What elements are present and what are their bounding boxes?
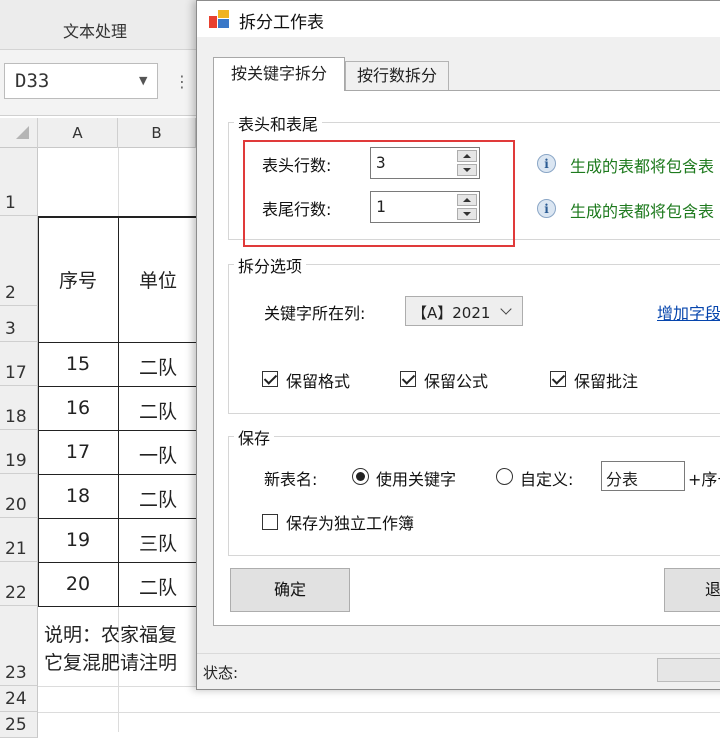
new-name-label: 新表名: xyxy=(264,470,318,489)
corner-triangle-icon xyxy=(16,126,29,139)
status-label: 状态: xyxy=(203,664,239,682)
table-cell[interactable]: 16 xyxy=(38,397,118,419)
row-number: 20 xyxy=(5,495,27,515)
column-header-b[interactable]: B xyxy=(118,118,196,148)
group-title-split-options: 拆分选项 xyxy=(234,253,307,277)
dialog-titlebar[interactable]: 拆分工作表 xyxy=(197,1,720,37)
row-header[interactable]: 23 xyxy=(0,606,38,686)
name-box-value: D33 xyxy=(15,70,50,92)
custom-name-radio[interactable] xyxy=(496,468,513,485)
table-cell[interactable]: 19 xyxy=(38,529,118,551)
note-line[interactable]: 说明：农家福复 xyxy=(44,620,177,647)
row-header[interactable]: 25 xyxy=(0,712,38,738)
row-header[interactable]: 2 xyxy=(0,216,38,306)
note-line[interactable]: 它复混肥请注明 xyxy=(44,648,177,675)
info-icon: i xyxy=(537,154,556,173)
custom-name-input[interactable]: 分表 xyxy=(601,461,685,491)
custom-name-value: 分表 xyxy=(606,470,639,489)
tab-split-by-rows[interactable]: 按行数拆分 xyxy=(345,61,449,91)
column-header-a[interactable]: A xyxy=(38,118,118,148)
use-keyword-radio[interactable] xyxy=(352,468,369,485)
row-number: 25 xyxy=(5,715,27,735)
key-column-value: 【A】2021 xyxy=(412,304,491,322)
table-cell[interactable]: 15 xyxy=(38,353,118,375)
status-bar: 状态: xyxy=(197,653,720,689)
table-border xyxy=(38,606,198,607)
grid-line xyxy=(38,712,720,713)
row-number: 21 xyxy=(5,539,27,559)
more-options-icon[interactable]: ⋮ xyxy=(174,72,190,91)
row-header[interactable]: 19 xyxy=(0,430,38,474)
key-column-label: 关键字所在列: xyxy=(264,304,366,323)
group-save xyxy=(228,436,720,556)
table-cell[interactable]: 一队 xyxy=(118,441,198,468)
row-number: 22 xyxy=(5,583,27,603)
tab-split-by-keyword[interactable]: 按关键字拆分 xyxy=(213,57,345,91)
cell-header-unit[interactable]: 单位 xyxy=(118,266,198,293)
row-header[interactable]: 3 xyxy=(0,306,38,342)
keep-formula-label[interactable]: 保留公式 xyxy=(424,368,488,392)
use-keyword-label[interactable]: 使用关键字 xyxy=(376,466,456,490)
keep-comment-label[interactable]: 保留批注 xyxy=(574,368,638,392)
chevron-down-icon[interactable]: ▼ xyxy=(139,74,147,87)
row-number: 19 xyxy=(5,451,27,471)
row-header[interactable]: 21 xyxy=(0,518,38,562)
app-icon xyxy=(209,10,229,28)
select-all-corner[interactable] xyxy=(0,118,38,148)
table-cell[interactable]: 二队 xyxy=(118,485,198,512)
row-number: 3 xyxy=(5,319,16,339)
sequence-suffix: +序号 xyxy=(688,470,720,489)
group-title-save: 保存 xyxy=(234,425,275,449)
table-cell[interactable]: 二队 xyxy=(118,397,198,424)
ribbon-tab-text-processing[interactable]: 文本处理 xyxy=(40,18,150,42)
chevron-down-icon[interactable] xyxy=(500,303,512,315)
row-number: 18 xyxy=(5,407,27,427)
keep-comment-checkbox[interactable] xyxy=(550,371,566,387)
ok-button[interactable]: 确定 xyxy=(230,568,350,612)
info-icon: i xyxy=(537,199,556,218)
keep-formula-checkbox[interactable] xyxy=(400,371,416,387)
row-number: 23 xyxy=(5,663,27,683)
row-number: 24 xyxy=(5,689,27,709)
row-header[interactable]: 1 xyxy=(0,148,38,216)
keep-format-label[interactable]: 保留格式 xyxy=(286,368,350,392)
row-header[interactable]: 20 xyxy=(0,474,38,518)
exit-button[interactable]: 退出 xyxy=(664,568,720,612)
table-cell[interactable]: 二队 xyxy=(118,573,198,600)
row-header[interactable]: 24 xyxy=(0,686,38,712)
add-field-link[interactable]: 增加字段 xyxy=(657,300,720,324)
row-number: 2 xyxy=(5,283,16,303)
table-cell[interactable]: 三队 xyxy=(118,529,198,556)
keep-format-checkbox[interactable] xyxy=(262,371,278,387)
cell-header-index[interactable]: 序号 xyxy=(38,266,118,293)
info-text-header: 生成的表都将包含表 xyxy=(570,157,715,176)
table-cell[interactable]: 18 xyxy=(38,485,118,507)
key-column-select[interactable]: 【A】2021 xyxy=(405,296,523,326)
custom-name-label[interactable]: 自定义: xyxy=(520,466,573,490)
table-cell[interactable]: 二队 xyxy=(118,353,198,380)
group-title-header-footer: 表头和表尾 xyxy=(234,111,323,135)
table-cell[interactable]: 20 xyxy=(38,573,118,595)
row-header[interactable]: 22 xyxy=(0,562,38,606)
row-number: 1 xyxy=(5,193,16,213)
name-box[interactable]: D33 ▼ xyxy=(4,63,158,99)
separate-workbook-checkbox[interactable] xyxy=(262,514,278,530)
row-number: 17 xyxy=(5,363,27,383)
row-header[interactable]: 17 xyxy=(0,342,38,386)
progress-bar xyxy=(657,658,720,682)
highlight-box xyxy=(243,140,515,247)
dialog-title: 拆分工作表 xyxy=(239,13,324,33)
split-worksheet-dialog: 拆分工作表 按关键字拆分 按行数拆分 表头和表尾 表头行数: 3 i 生成的表都… xyxy=(196,0,720,690)
table-cell[interactable]: 17 xyxy=(38,441,118,463)
info-text-footer: 生成的表都将包含表 xyxy=(570,202,715,221)
separate-workbook-label[interactable]: 保存为独立工作簿 xyxy=(286,510,414,534)
row-header[interactable]: 18 xyxy=(0,386,38,430)
